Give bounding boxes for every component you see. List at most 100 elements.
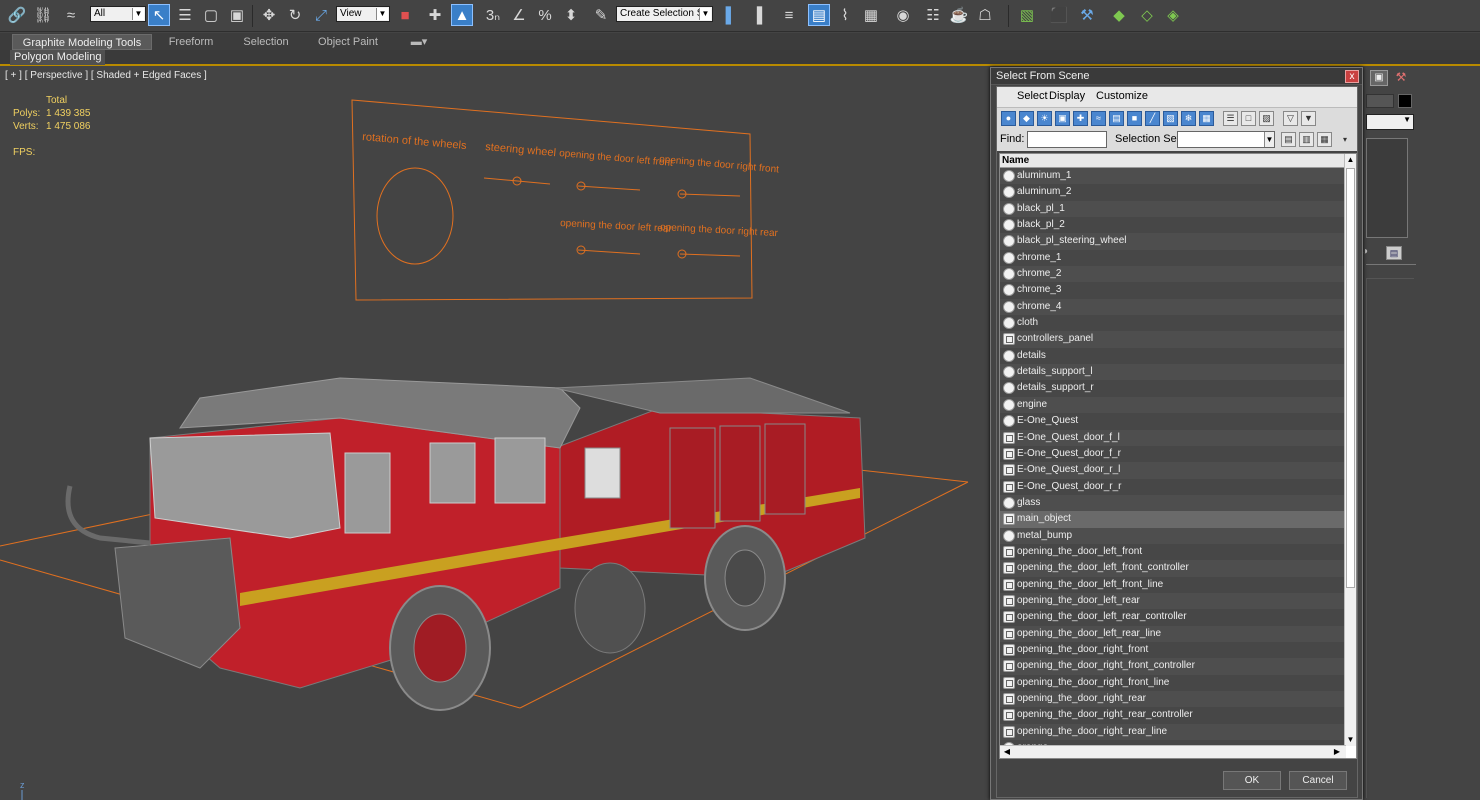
list-item[interactable]: details_support_l [1000, 364, 1346, 381]
find-input[interactable] [1027, 131, 1107, 148]
wrench-icon[interactable]: ⚒ [1076, 4, 1098, 26]
percent-snap-icon[interactable]: % [534, 4, 556, 26]
xrefs-filter-icon[interactable]: ■ [1127, 111, 1142, 126]
scroll-left-icon[interactable]: ◀ [1002, 746, 1012, 758]
helpers-filter-icon[interactable]: ✚ [1073, 111, 1088, 126]
set-key-icon[interactable]: ◈ [1162, 4, 1184, 26]
select-manipulate-icon[interactable]: ✚ [424, 4, 446, 26]
list-header[interactable]: Name [1000, 154, 1346, 168]
schematic-view-icon[interactable]: ▦ [860, 4, 882, 26]
pivot-center-icon[interactable]: ■ [394, 4, 416, 26]
list-item[interactable]: chrome_3 [1000, 282, 1346, 299]
list-item[interactable]: engine [1000, 396, 1346, 414]
select-by-name-icon[interactable]: ☰ [174, 4, 196, 26]
panel-dropdown[interactable]: ▼ [1366, 114, 1414, 130]
list-item[interactable]: E-One_Quest_door_r_r [1000, 478, 1346, 495]
scale-icon[interactable]: ⤢ [310, 4, 332, 26]
list-item[interactable]: chrome_1 [1000, 249, 1346, 267]
ok-button[interactable]: OK [1223, 771, 1281, 790]
list-item[interactable]: opening_the_door_left_front_controller [1000, 560, 1346, 577]
rectangular-selection-icon[interactable]: ▢ [200, 4, 222, 26]
menu-select[interactable]: Select [1017, 90, 1048, 102]
list-item[interactable]: opening_the_door_left_rear_controller [1000, 609, 1346, 626]
edit-named-selection-icon[interactable]: ✎ [590, 4, 612, 26]
create-set-icon[interactable]: ▤ [1281, 132, 1296, 147]
list-item[interactable]: black_pl_1 [1000, 200, 1346, 218]
list-item[interactable]: E-One_Quest_door_f_l [1000, 429, 1346, 446]
align-icon[interactable]: ▐ [746, 4, 768, 26]
cameras-filter-icon[interactable]: ▣ [1055, 111, 1070, 126]
cancel-button[interactable]: Cancel [1289, 771, 1347, 790]
list-item[interactable]: chrome_2 [1000, 266, 1346, 283]
filter-options-icon[interactable]: ▼ [1301, 111, 1316, 126]
spacewarps-filter-icon[interactable]: ≈ [1091, 111, 1106, 126]
list-item[interactable]: aluminum_2 [1000, 184, 1346, 201]
dialog-titlebar[interactable]: Select From Scene x [991, 68, 1362, 85]
material-editor-icon[interactable]: ◉ [892, 4, 914, 26]
list-item[interactable]: opening_the_door_right_front_controller [1000, 658, 1346, 675]
shapes-filter-icon[interactable]: ◆ [1019, 111, 1034, 126]
groups-filter-icon[interactable]: ▤ [1109, 111, 1124, 126]
move-icon[interactable]: ✥ [258, 4, 280, 26]
list-item[interactable]: E-One_Quest [1000, 413, 1346, 430]
list-item[interactable]: cloth [1000, 315, 1346, 332]
list-item[interactable]: opening_the_door_right_rear_line [1000, 723, 1346, 741]
list-item[interactable]: black_pl_steering_wheel [1000, 233, 1346, 250]
lights-filter-icon[interactable]: ☀ [1037, 111, 1052, 126]
keyboard-shortcut-override-icon[interactable]: ▲ [451, 4, 473, 26]
cube-icon[interactable]: ⬛ [1048, 4, 1070, 26]
scroll-up-icon[interactable]: ▲ [1345, 154, 1356, 166]
list-item[interactable]: main_object [1000, 511, 1346, 528]
auto-key-icon[interactable]: ◇ [1136, 4, 1158, 26]
layer-manager-icon[interactable]: ≡ [778, 4, 800, 26]
utilities-tab-icon[interactable]: ⚒ [1392, 70, 1410, 86]
color-swatch[interactable] [1398, 94, 1412, 108]
scrollbar-thumb[interactable] [1346, 168, 1355, 588]
list-item[interactable]: opening_the_door_left_rear_line [1000, 625, 1346, 642]
horizontal-scrollbar[interactable]: ◀ ▶ [1000, 745, 1346, 758]
frozen-filter-icon[interactable]: ❄ [1181, 111, 1196, 126]
remove-from-set-icon[interactable]: ▦ [1317, 132, 1332, 147]
list-item[interactable]: opening_the_door_left_rear [1000, 592, 1346, 610]
select-invert-icon[interactable]: ▨ [1259, 111, 1274, 126]
graphite-toggle-icon[interactable]: ▤ [808, 4, 830, 26]
viewport-label[interactable]: [ + ] [ Perspective ] [ Shaded + Edged F… [5, 70, 207, 81]
list-item[interactable]: chrome_4 [1000, 298, 1346, 316]
container-icon[interactable]: ▧ [1016, 4, 1038, 26]
scroll-down-icon[interactable]: ▼ [1345, 734, 1356, 746]
list-item[interactable]: E-One_Quest_door_f_r [1000, 445, 1346, 463]
angle-snap-icon[interactable]: ∠ [508, 4, 530, 26]
curve-editor-icon[interactable]: ⌇ [834, 4, 856, 26]
expand-icon[interactable]: ▾ [1343, 135, 1347, 144]
list-item[interactable]: opening_the_door_right_front_line [1000, 674, 1346, 691]
select-object-icon[interactable]: ↖ [148, 4, 170, 26]
scene-object-list[interactable]: Name aluminum_1 aluminum_2 black_pl_1 black… [999, 153, 1357, 759]
named-selection-set-select[interactable]: Create Selection Se ▼ [616, 6, 713, 22]
mirror-icon[interactable]: ▌ [720, 4, 742, 26]
animation-key-icon[interactable]: ◆ [1108, 4, 1130, 26]
selection-filter-select[interactable]: All ▼ [90, 6, 146, 22]
panel-list-box[interactable] [1366, 138, 1408, 238]
tab-graphite-modeling-tools[interactable]: Graphite Modeling Tools [12, 34, 152, 50]
tab-selection[interactable]: Selection [236, 34, 296, 50]
menu-customize[interactable]: Customize [1096, 90, 1148, 102]
list-item[interactable]: controllers_panel [1000, 331, 1346, 348]
rotate-icon[interactable]: ↻ [284, 4, 306, 26]
list-item[interactable]: opening_the_door_right_front [1000, 641, 1346, 659]
select-all-icon[interactable]: ☰ [1223, 111, 1238, 126]
vertical-scrollbar[interactable]: ▲ ▼ [1344, 154, 1356, 746]
add-to-set-icon[interactable]: ▥ [1299, 132, 1314, 147]
list-item[interactable]: opening_the_door_right_rear_controller [1000, 707, 1346, 724]
list-item[interactable]: metal_bump [1000, 527, 1346, 544]
tab-freeform[interactable]: Freeform [160, 34, 222, 50]
selection-set-select[interactable]: ▼ [1177, 131, 1275, 148]
close-button[interactable]: x [1345, 70, 1359, 83]
hidden-filter-icon[interactable]: ▦ [1199, 111, 1214, 126]
list-item[interactable]: opening_the_door_left_front_line [1000, 576, 1346, 593]
spinner-snap-icon[interactable]: ⬍ [560, 4, 582, 26]
snap-toggle-icon[interactable]: 3ₙ [482, 4, 504, 26]
perspective-viewport[interactable]: rotation of the wheels steering wheel op… [0, 68, 990, 800]
polygon-modeling-panel[interactable]: Polygon Modeling [10, 50, 106, 65]
list-item[interactable]: glass [1000, 494, 1346, 512]
tab-object-paint[interactable]: Object Paint [310, 34, 386, 50]
